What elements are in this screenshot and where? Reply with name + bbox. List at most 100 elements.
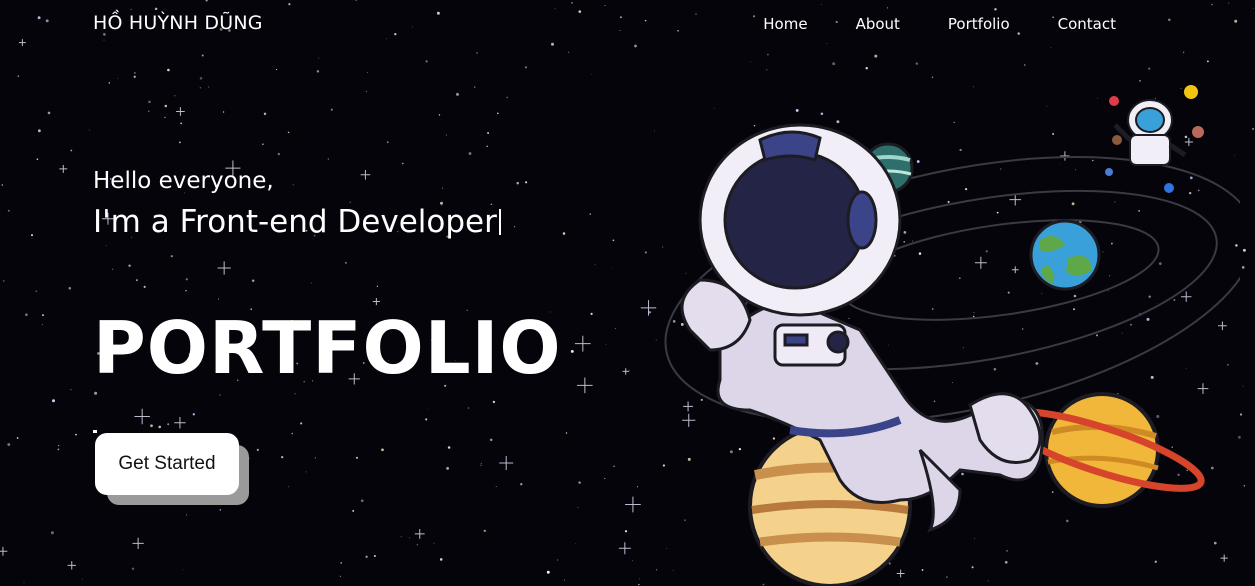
star-dot: [832, 62, 836, 66]
star-dot: [349, 201, 351, 203]
nav-about-link[interactable]: About: [856, 15, 900, 33]
star-dot: [57, 444, 60, 447]
brand-logo[interactable]: HỒ HUỲNH DŨNG: [93, 12, 263, 34]
star-dot: [25, 313, 28, 317]
star-icon: [132, 537, 144, 550]
star-dot: [199, 77, 203, 80]
star-icon: [414, 528, 425, 539]
small-astronaut-icon: [1113, 99, 1187, 166]
star-dot: [256, 448, 259, 451]
star-dot: [133, 75, 136, 78]
star-dot: [1242, 385, 1244, 387]
role-typed-text: I'm a Front-end Developer: [93, 204, 497, 240]
star-icon: [360, 169, 371, 180]
star-icon: [67, 561, 76, 570]
star-dot: [117, 78, 119, 79]
star-dot: [192, 413, 195, 416]
star-dot: [294, 393, 296, 395]
star-dot: [330, 108, 333, 111]
star-dot: [480, 462, 482, 464]
star-icon: [59, 164, 68, 173]
star-dot: [520, 483, 523, 486]
star-dot: [1242, 248, 1246, 252]
star-dot: [578, 481, 581, 484]
star-dot: [17, 75, 19, 77]
star-dot: [178, 141, 181, 144]
star-dot: [134, 72, 136, 74]
star-icon: [574, 335, 591, 352]
star-dot: [365, 90, 367, 92]
star-dot: [514, 226, 516, 228]
star-dot: [164, 116, 166, 119]
star-dot: [167, 68, 170, 72]
star-dot: [556, 559, 559, 561]
star-icon: [134, 408, 150, 425]
star-dot: [316, 70, 320, 73]
star-dot: [41, 314, 45, 317]
star-dot: [222, 111, 225, 113]
star-dot: [367, 71, 369, 73]
star-dot: [352, 509, 355, 512]
get-started-button[interactable]: Get Started: [95, 433, 239, 495]
star-dot: [480, 464, 482, 466]
star-dot: [185, 290, 187, 292]
nav-contact-link[interactable]: Contact: [1058, 15, 1116, 33]
star-dot: [305, 471, 307, 473]
star-dot: [148, 100, 151, 104]
star-dot: [409, 537, 410, 539]
star-dot: [75, 433, 77, 436]
top-navbar: HỒ HUỲNH DŨNG Home About Portfolio Conta…: [0, 0, 1255, 50]
star-dot: [360, 499, 364, 503]
star-dot: [148, 110, 150, 112]
astronaut-icon: [680, 123, 1044, 533]
star-dot: [185, 278, 188, 281]
star-dot: [497, 112, 499, 115]
star-dot: [516, 181, 519, 185]
star-dot: [150, 424, 153, 428]
star-dot: [292, 184, 294, 186]
star-dot: [68, 286, 72, 290]
star-dot: [565, 432, 568, 434]
star-dot: [365, 555, 368, 559]
star-dot: [1239, 413, 1243, 416]
typing-caret: [498, 209, 501, 235]
star-dot: [300, 422, 303, 425]
nav-home-link[interactable]: Home: [763, 15, 807, 33]
star-icon: [174, 417, 186, 429]
star-icon: [176, 107, 185, 116]
star-dot: [314, 457, 317, 459]
star-dot: [263, 112, 267, 116]
star-dot: [1207, 60, 1209, 63]
star-dot: [468, 152, 472, 155]
star-dot: [525, 181, 528, 184]
star-icon: [577, 377, 593, 394]
star-dot: [874, 54, 878, 58]
star-dot: [355, 456, 359, 459]
star-dot: [401, 162, 404, 165]
star-dot: [487, 131, 490, 135]
star-dot: [345, 262, 347, 264]
star-dot: [525, 66, 527, 69]
star-dot: [492, 400, 496, 404]
star-dot: [70, 149, 73, 152]
star-dot: [425, 418, 428, 421]
star-dot: [416, 543, 419, 546]
nav-portfolio-link[interactable]: Portfolio: [948, 15, 1010, 33]
star-dot: [373, 554, 376, 558]
star-dot: [219, 394, 221, 396]
star-dot: [570, 349, 574, 353]
decorative-dot: [93, 430, 97, 433]
star-dot: [70, 389, 72, 391]
greeting-text: Hello everyone,: [93, 168, 274, 194]
star-dot: [275, 68, 278, 71]
star-dot: [186, 514, 188, 516]
star-dot: [439, 558, 443, 561]
star-dot: [36, 158, 39, 161]
star-dot: [287, 486, 289, 488]
star-dot: [591, 74, 593, 75]
role-text: I'm a Front-end Developer: [93, 204, 501, 240]
star-dot: [287, 131, 290, 134]
star-dot: [310, 282, 312, 284]
astronaut-illustration: [664, 85, 1240, 586]
star-dot: [1241, 266, 1245, 269]
